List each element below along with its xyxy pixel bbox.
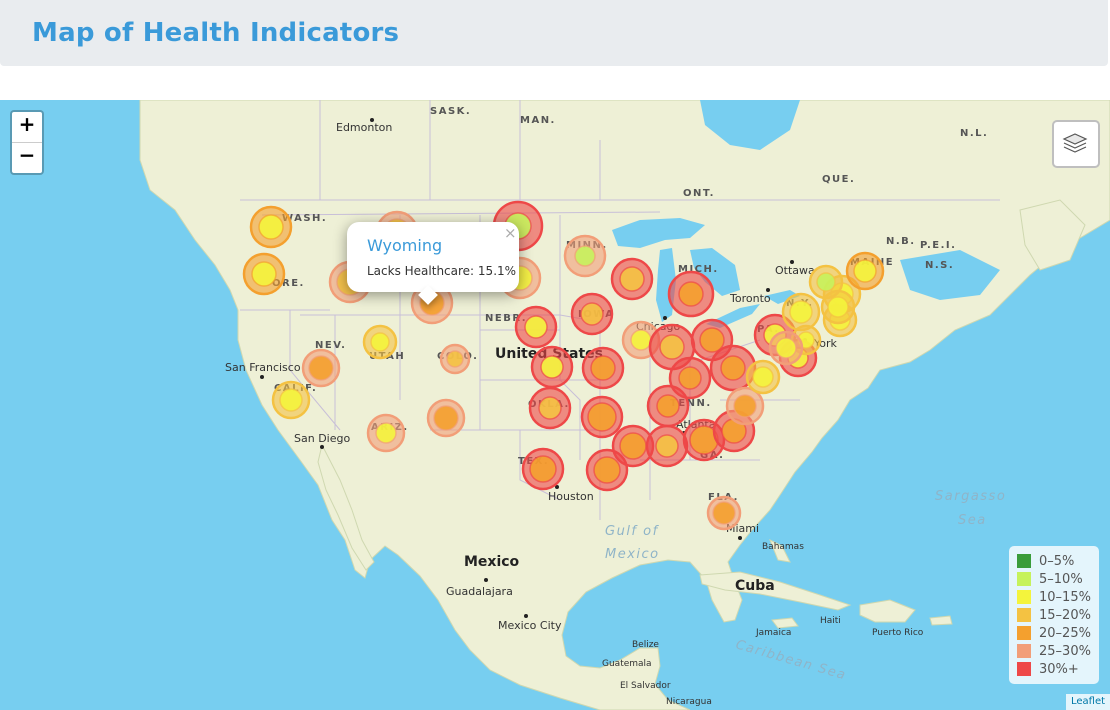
marker-inner-dot [655, 434, 679, 458]
marker-inner-dot [574, 245, 596, 267]
legend-label: 15–20% [1039, 607, 1091, 623]
legend-row: 30%+ [1017, 660, 1099, 678]
legend: 0–5% 5–10% 10–15% 15–20% 20–25% 25–30% 30%+ [1009, 546, 1099, 684]
layers-control-button[interactable] [1052, 120, 1100, 168]
legend-label: 20–25% [1039, 625, 1091, 641]
legend-swatch [1017, 608, 1031, 622]
marker-inner-dot [593, 456, 621, 484]
state-marker[interactable] [668, 356, 712, 400]
marker-inner-dot [752, 366, 774, 388]
marker-inner-dot [775, 337, 797, 359]
marker-inner-dot [712, 501, 736, 525]
attribution-link[interactable]: Leaflet [1066, 694, 1110, 710]
popup-text: Lacks Healthcare: 15.1% [367, 264, 517, 278]
marker-inner-dot [630, 329, 652, 351]
state-marker[interactable] [301, 348, 341, 388]
state-marker[interactable] [667, 270, 715, 318]
legend-swatch [1017, 662, 1031, 676]
legend-label: 5–10% [1039, 571, 1083, 587]
marker-inner-dot [538, 396, 562, 420]
state-marker[interactable] [249, 205, 293, 249]
marker-inner-dot [540, 355, 564, 379]
state-marker[interactable] [781, 292, 821, 332]
state-popup: Wyoming Lacks Healthcare: 15.1% × [347, 222, 519, 305]
state-marker[interactable] [242, 252, 286, 296]
state-marker[interactable] [581, 346, 625, 390]
marker-inner-dot [258, 214, 284, 240]
marker-inner-dot [308, 355, 334, 381]
state-marker[interactable] [530, 345, 574, 389]
state-marker[interactable] [580, 395, 624, 439]
marker-inner-dot [816, 272, 836, 292]
marker-inner-dot [720, 355, 746, 381]
state-marker[interactable] [563, 234, 607, 278]
marker-inner-dot [587, 402, 617, 432]
state-marker[interactable] [521, 447, 565, 491]
legend-row: 10–15% [1017, 588, 1099, 606]
state-marker[interactable] [745, 359, 781, 395]
legend-swatch [1017, 572, 1031, 586]
state-marker[interactable] [820, 289, 856, 325]
marker-inner-dot [827, 296, 849, 318]
legend-label: 0–5% [1039, 553, 1075, 569]
marker-inner-dot [433, 405, 459, 431]
marker-inner-dot [446, 350, 464, 368]
state-marker[interactable] [570, 292, 614, 336]
marker-inner-dot [853, 259, 877, 283]
zoom-control: + − [10, 110, 44, 175]
zoom-out-button[interactable]: − [12, 143, 42, 173]
legend-row: 20–25% [1017, 624, 1099, 642]
state-marker[interactable] [528, 386, 572, 430]
state-marker[interactable] [725, 386, 765, 426]
state-marker[interactable] [645, 424, 689, 468]
page-title: Map of Health Indicators [32, 18, 400, 48]
marker-inner-dot [619, 266, 645, 292]
legend-row: 5–10% [1017, 570, 1099, 588]
legend-label: 10–15% [1039, 589, 1091, 605]
state-marker[interactable] [366, 413, 406, 453]
marker-inner-dot [580, 302, 604, 326]
popup-close-button[interactable]: × [504, 224, 517, 242]
marker-inner-dot [619, 432, 647, 460]
marker-inner-dot [370, 332, 390, 352]
marker-inner-dot [656, 394, 680, 418]
marker-inner-dot [733, 394, 757, 418]
marker-inner-dot [789, 300, 813, 324]
state-marker[interactable] [706, 495, 742, 531]
state-marker[interactable] [514, 305, 558, 349]
marker-layer[interactable] [0, 100, 1110, 710]
legend-label: 30%+ [1039, 661, 1079, 677]
layers-icon [1062, 133, 1088, 153]
page-header: Map of Health Indicators [0, 0, 1108, 66]
legend-row: 15–20% [1017, 606, 1099, 624]
marker-inner-dot [251, 261, 277, 287]
state-marker[interactable] [845, 251, 885, 291]
legend-row: 0–5% [1017, 552, 1099, 570]
legend-swatch [1017, 644, 1031, 658]
marker-inner-dot [590, 355, 616, 381]
marker-inner-dot [524, 315, 548, 339]
legend-swatch [1017, 554, 1031, 568]
marker-inner-dot [375, 422, 397, 444]
zoom-in-button[interactable]: + [12, 112, 42, 143]
legend-swatch [1017, 626, 1031, 640]
marker-inner-dot [659, 334, 685, 360]
state-marker[interactable] [271, 380, 311, 420]
state-marker[interactable] [426, 398, 466, 438]
popup-title: Wyoming [367, 236, 443, 255]
legend-label: 25–30% [1039, 643, 1091, 659]
marker-inner-dot [678, 281, 704, 307]
legend-row: 25–30% [1017, 642, 1099, 660]
legend-swatch [1017, 590, 1031, 604]
state-marker[interactable] [362, 324, 398, 360]
marker-inner-dot [279, 388, 303, 412]
state-marker[interactable] [768, 330, 804, 366]
map-container[interactable]: SASK. MAN. ONT. QUE. N.L. N.B. P.E.I. N.… [0, 100, 1110, 710]
marker-inner-dot [699, 327, 725, 353]
marker-inner-dot [678, 366, 702, 390]
state-marker[interactable] [610, 257, 654, 301]
state-marker[interactable] [439, 343, 471, 375]
marker-inner-dot [529, 455, 557, 483]
